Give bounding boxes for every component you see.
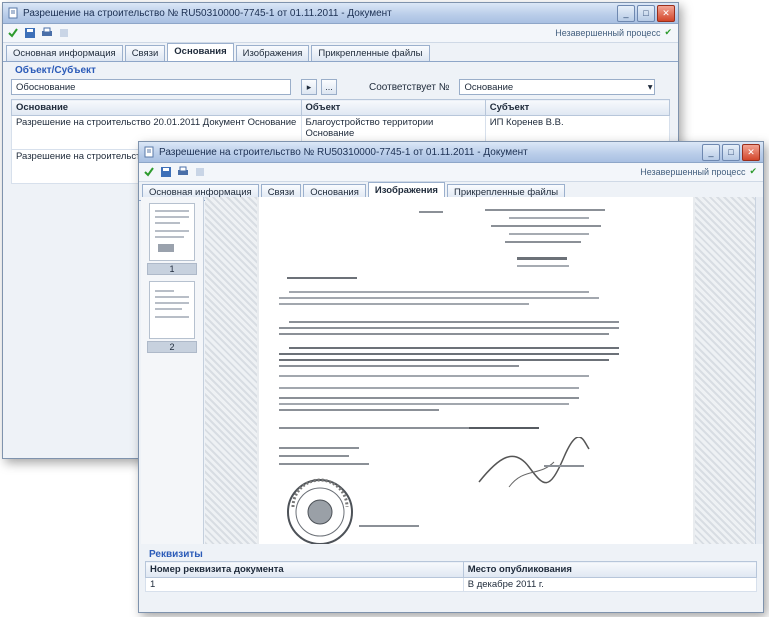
back-title-bar[interactable]: Разрешение на строительство № RU50310000… <box>3 3 678 24</box>
flag-icon: ✔ <box>749 166 757 176</box>
document-icon <box>8 7 18 19</box>
page-thumbnail[interactable] <box>149 281 195 339</box>
group-title: Объект/Субъект <box>15 65 96 76</box>
column-header[interactable]: Место опубликования <box>462 561 758 578</box>
relation-label: Соответствует № <box>369 81 450 93</box>
signature-image <box>478 437 590 488</box>
table-row[interactable]: 1 В декабре 2011 г. <box>145 577 758 592</box>
viewer-margin-left <box>205 197 257 544</box>
column-header[interactable]: Субъект <box>484 99 671 116</box>
column-header[interactable]: Основание <box>11 99 302 116</box>
relation-value: Основание <box>464 82 514 93</box>
page-thumbnail[interactable] <box>149 203 195 261</box>
chevron-down-icon: ▾ <box>647 82 653 93</box>
checkmark-icon[interactable] <box>143 166 155 178</box>
minimize-button[interactable]: _ <box>617 5 635 22</box>
viewer-margin-right <box>695 197 755 544</box>
maximize-button[interactable]: □ <box>637 5 655 22</box>
requisites-panel: Реквизиты Номер реквизита документа Мест… <box>141 546 761 610</box>
tab-attached-files[interactable]: Прикрепленные файлы <box>311 45 430 61</box>
tab-images[interactable]: Изображения <box>235 45 310 61</box>
thumbnail-panel: 1 2 <box>141 197 204 544</box>
back-toolbar: Незавершенный процесс ✔ <box>3 24 678 43</box>
tab-grounds[interactable]: Основания <box>167 43 234 61</box>
maximize-button[interactable]: □ <box>722 144 740 161</box>
tab-links[interactable]: Связи <box>124 45 166 61</box>
official-seal-image <box>287 478 353 544</box>
front-window: Разрешение на строительство № RU50310000… <box>138 141 764 613</box>
front-toolbar: Незавершенный процесс ✔ <box>139 163 763 182</box>
save-icon[interactable] <box>24 27 36 39</box>
column-header[interactable]: Объект <box>300 99 486 116</box>
browse-button[interactable]: ... <box>321 79 337 95</box>
front-title-bar[interactable]: Разрешение на строительство № RU50310000… <box>139 142 763 163</box>
requisites-table: Номер реквизита документа Место опублико… <box>145 561 758 592</box>
requisites-title: Реквизиты <box>149 549 203 560</box>
table-cell: В декабре 2011 г. <box>462 577 758 592</box>
back-window-title: Разрешение на строительство № RU50310000… <box>23 7 392 19</box>
pick-object-button[interactable]: ▸ <box>301 79 317 95</box>
process-status: Незавершенный процесс <box>555 27 661 38</box>
back-tab-strip: Основная информация Связи Основания Изоб… <box>3 43 678 62</box>
table-cell: 1 <box>145 577 464 592</box>
print-icon[interactable] <box>177 166 189 178</box>
flag-icon: ✔ <box>664 27 672 37</box>
thumbnail-number: 2 <box>147 341 197 353</box>
relation-select[interactable]: Основание ▾ <box>459 79 656 95</box>
viewer-scrollbar[interactable] <box>755 197 763 544</box>
save-icon[interactable] <box>160 166 172 178</box>
thumbnail-number: 1 <box>147 263 197 275</box>
print-icon[interactable] <box>41 27 53 39</box>
checkmark-icon[interactable] <box>7 27 19 39</box>
document-icon <box>144 146 154 158</box>
front-window-title: Разрешение на строительство № RU50310000… <box>159 146 528 158</box>
filter-row: Обоснование ▸ ... Соответствует № Основа… <box>3 77 678 97</box>
process-status: Незавершенный процесс <box>640 166 746 177</box>
column-header[interactable]: Номер реквизита документа <box>145 561 464 578</box>
scanned-document-page <box>259 197 693 544</box>
object-field[interactable]: Обоснование <box>11 79 291 95</box>
close-button[interactable]: ✕ <box>657 5 675 22</box>
close-button[interactable]: ✕ <box>742 144 760 161</box>
refresh-icon[interactable] <box>194 166 206 178</box>
refresh-icon[interactable] <box>58 27 70 39</box>
document-viewer[interactable] <box>205 197 755 544</box>
tab-main-info[interactable]: Основная информация <box>6 45 123 61</box>
minimize-button[interactable]: _ <box>702 144 720 161</box>
